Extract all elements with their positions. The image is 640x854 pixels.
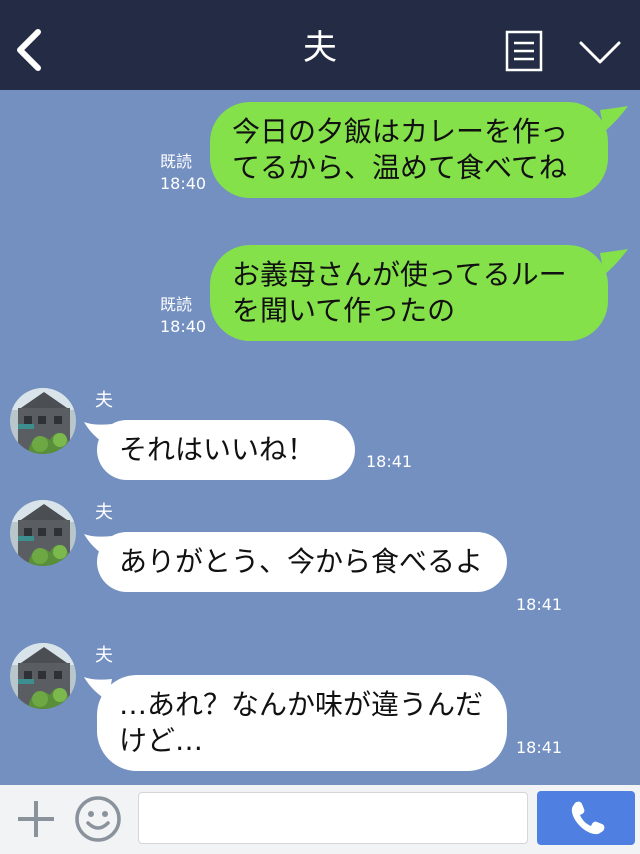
avatar-image	[10, 500, 76, 566]
phone-icon	[571, 801, 605, 835]
incoming-message-bubble[interactable]: …あれ？なんか味が違うんだけど…	[97, 675, 507, 771]
message-text: お義母さんが使ってるルーを聞いて作ったの	[232, 258, 567, 327]
add-button[interactable]	[14, 797, 58, 841]
message-meta: 既読 18:40	[160, 151, 210, 195]
outgoing-message-bubble[interactable]: お義母さんが使ってるルーを聞いて作ったの	[210, 245, 608, 341]
chat-area[interactable]: 既読 18:40 今日の夕飯はカレーを作ってるから、温めて食べてね 既読 18:…	[0, 90, 640, 785]
message-text: それはいいね！	[119, 433, 316, 466]
chat-title: 夫	[303, 28, 337, 68]
avatar[interactable]	[10, 500, 76, 566]
emoji-button[interactable]	[73, 794, 123, 844]
menu-button[interactable]	[505, 30, 543, 72]
sender-name: 夫	[95, 390, 113, 411]
message-text: …あれ？なんか味が違うんだけど…	[119, 688, 484, 757]
call-button[interactable]	[537, 791, 635, 845]
avatar-image	[10, 388, 76, 454]
message-time: 18:40	[160, 174, 207, 193]
sender-name: 夫	[95, 645, 113, 666]
chat-header: 夫	[0, 0, 640, 90]
message-meta: 既読 18:40	[160, 294, 210, 338]
outgoing-message-bubble[interactable]: 今日の夕飯はカレーを作ってるから、温めて食べてね	[210, 102, 608, 198]
sender-name: 夫	[95, 502, 113, 523]
incoming-message-bubble[interactable]: それはいいね！	[97, 420, 355, 480]
avatar[interactable]	[10, 388, 76, 454]
collapse-button[interactable]	[578, 38, 622, 68]
plus-icon	[18, 801, 54, 837]
bubble-tail	[600, 106, 628, 132]
input-bar	[0, 785, 640, 854]
message-input[interactable]	[138, 792, 528, 844]
chevron-down-icon	[579, 41, 621, 64]
message-time: 18:41	[516, 595, 563, 614]
message-time: 18:41	[516, 738, 563, 757]
read-status: 既読	[160, 152, 193, 171]
bubble-tail	[600, 249, 628, 275]
avatar[interactable]	[10, 643, 76, 709]
list-menu-icon	[505, 30, 543, 72]
message-time: 18:40	[160, 317, 207, 336]
message-time: 18:41	[366, 452, 413, 471]
incoming-message-bubble[interactable]: ありがとう、今から食べるよ	[97, 532, 507, 592]
avatar-image	[10, 643, 76, 709]
message-text: 今日の夕飯はカレーを作ってるから、温めて食べてね	[232, 115, 569, 184]
message-text: ありがとう、今から食べるよ	[119, 545, 484, 578]
smiley-icon	[75, 796, 121, 842]
read-status: 既読	[160, 295, 193, 314]
